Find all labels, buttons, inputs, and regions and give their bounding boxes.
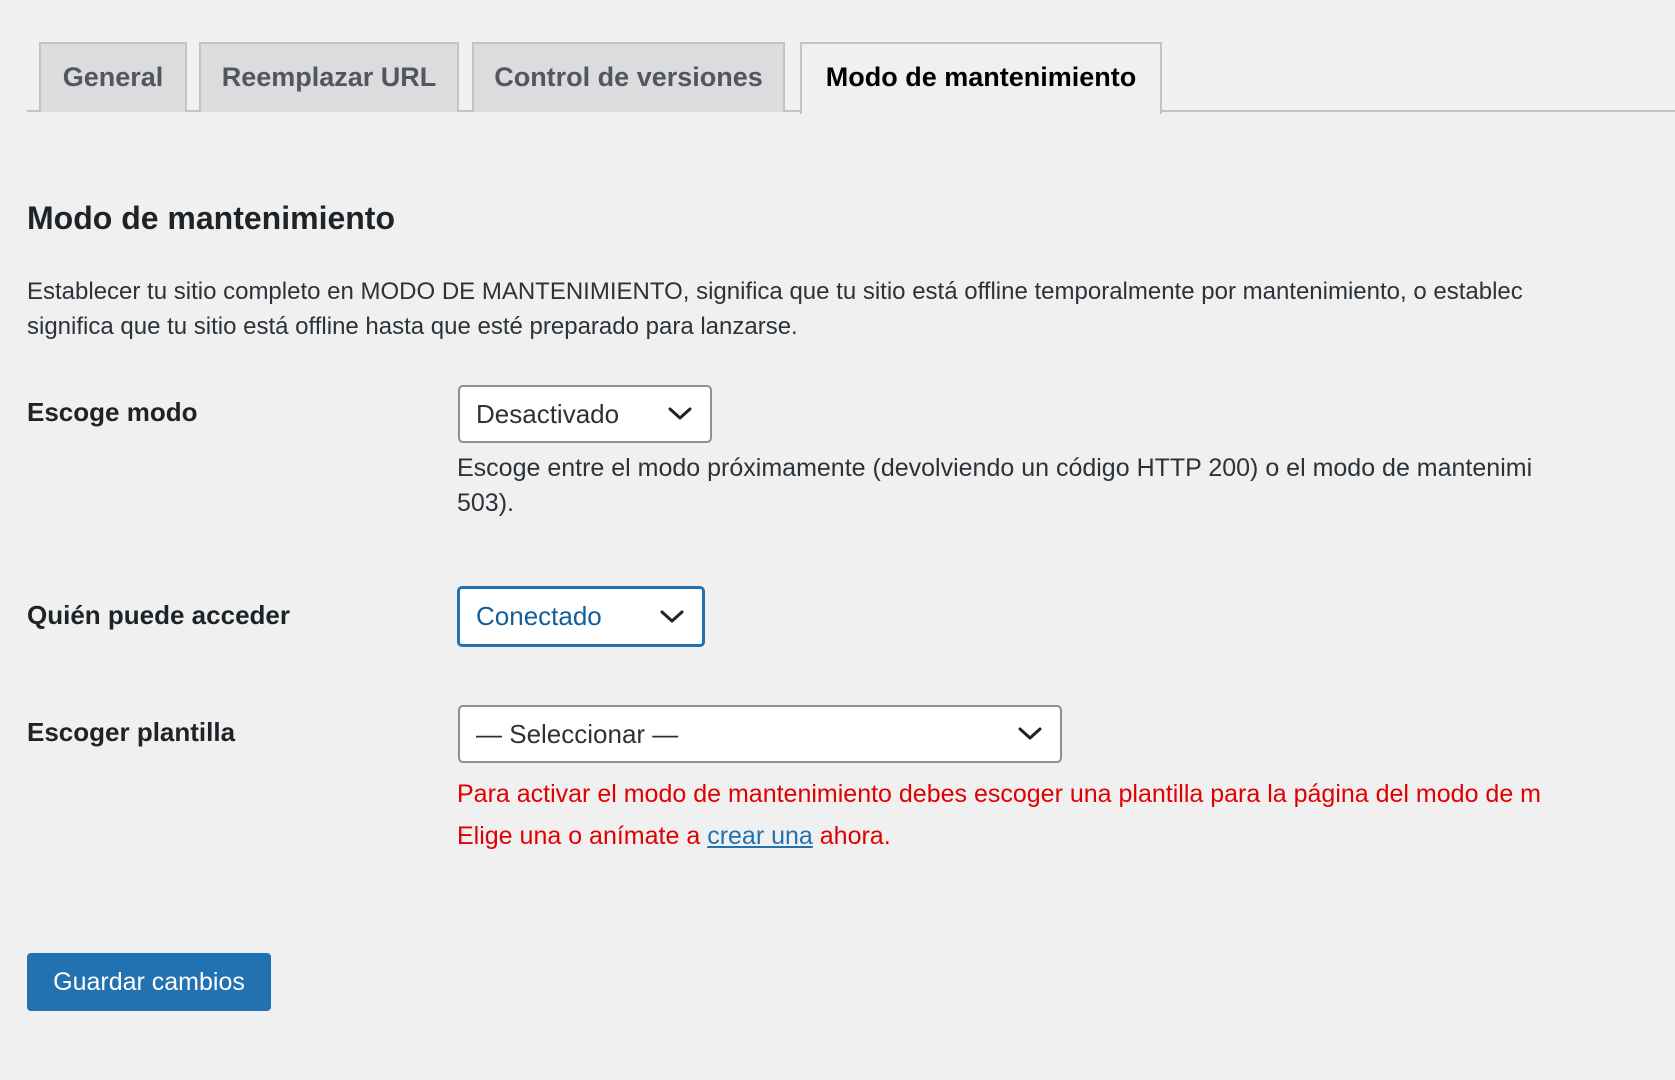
tab-general[interactable]: General — [39, 42, 187, 112]
mode-help-text: Escoge entre el modo próximamente (devol… — [457, 451, 1675, 521]
tab-reemplazar-url[interactable]: Reemplazar URL — [199, 42, 459, 112]
template-select[interactable]: — Seleccionar — — [458, 705, 1062, 763]
settings-tabs: General Reemplazar URL Control de versio… — [27, 42, 1675, 114]
mode-select[interactable]: Desactivado — [458, 385, 712, 443]
mode-label: Escoge modo — [27, 397, 198, 427]
access-select[interactable]: Conectado — [457, 586, 705, 647]
template-error-text-after: ahora. — [819, 822, 891, 850]
chevron-down-icon — [1018, 727, 1042, 740]
template-error-line-2: Elige una o anímate a crear una ahora. — [457, 815, 1675, 857]
access-label: Quién puede acceder — [27, 600, 290, 630]
template-label: Escoger plantilla — [27, 717, 236, 747]
template-error-line-1: Para activar el modo de mantenimiento de… — [457, 780, 1541, 808]
save-changes-button[interactable]: Guardar cambios — [27, 953, 271, 1011]
section-description-line-2: significa que tu sitio está offline hast… — [27, 313, 798, 340]
access-select-value: Conectado — [476, 601, 602, 631]
template-error-text-before: Elige una o anímate a — [457, 822, 701, 850]
chevron-down-icon — [660, 610, 684, 622]
mode-help-line-2: 503). — [457, 489, 514, 517]
section-title: Modo de mantenimiento — [27, 200, 395, 236]
template-select-value: — Seleccionar — — [476, 718, 679, 749]
section-description: Establecer tu sitio completo en MODO DE … — [27, 274, 1675, 344]
mode-help-line-1: Escoge entre el modo próximamente (devol… — [457, 454, 1533, 482]
mode-select-value: Desactivado — [476, 398, 620, 429]
section-description-line-1: Establecer tu sitio completo en MODO DE … — [27, 278, 1523, 305]
tab-modo-de-mantenimiento[interactable]: Modo de mantenimiento — [800, 42, 1162, 114]
chevron-down-icon — [668, 407, 692, 420]
tab-control-de-versiones[interactable]: Control de versiones — [472, 42, 785, 112]
template-error-message: Para activar el modo de mantenimiento de… — [457, 773, 1675, 857]
create-template-link[interactable]: crear una — [707, 822, 813, 850]
